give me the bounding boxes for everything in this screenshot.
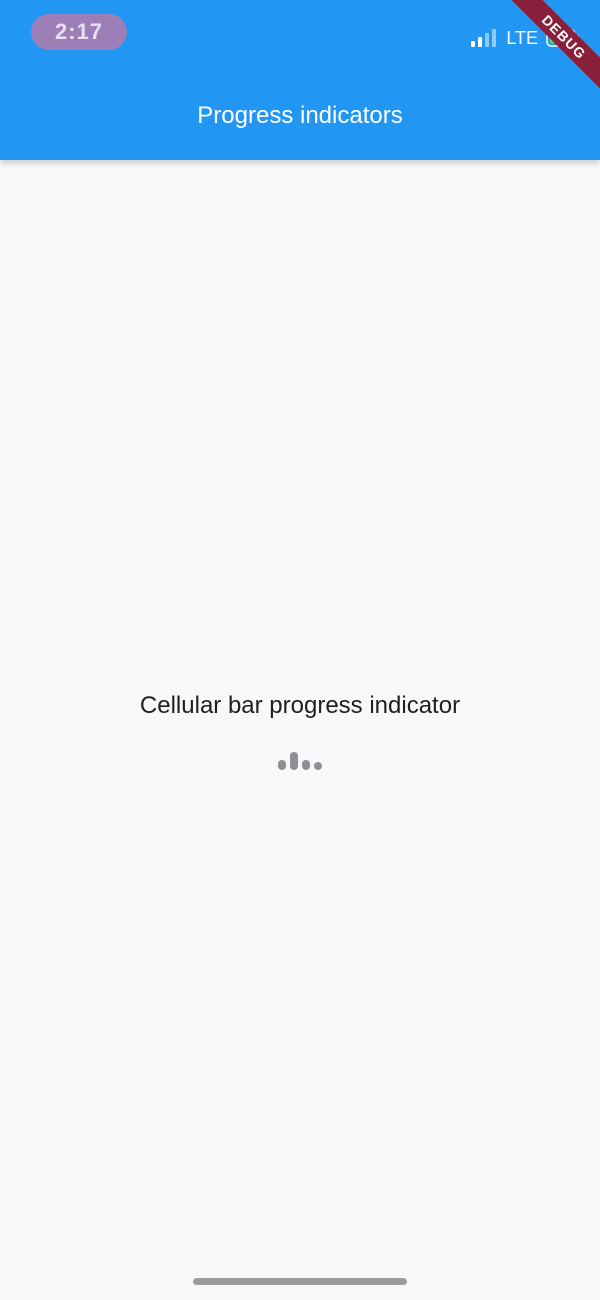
app-bar: 2:17 LTE Progress indicators [0, 0, 600, 160]
main-content: Cellular bar progress indicator [0, 160, 600, 1300]
signal-icon [471, 29, 497, 47]
home-indicator[interactable] [193, 1278, 407, 1285]
network-label: LTE [506, 28, 538, 48]
battery-icon [546, 29, 579, 47]
indicator-label: Cellular bar progress indicator [139, 692, 461, 719]
screen: 2:17 LTE Progress indicators DEBUG Cellu… [0, 0, 600, 1300]
status-icons: LTE [470, 24, 580, 52]
status-time: 2:17 [31, 14, 127, 50]
page-title: Progress indicators [197, 102, 403, 129]
cellular-progress-indicator [278, 752, 322, 770]
